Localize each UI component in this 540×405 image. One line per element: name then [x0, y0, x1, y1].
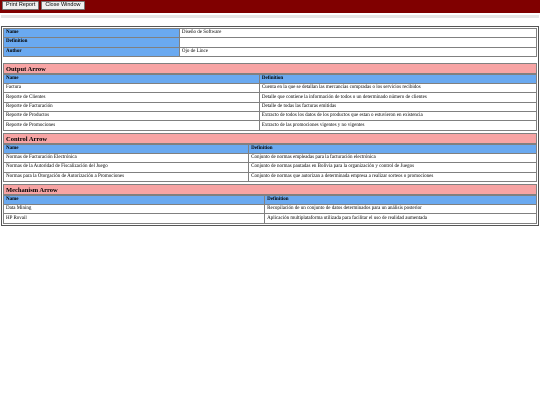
control-row-name: Normas para la Otorgación de Autorizació… [2, 171, 250, 182]
table-row: Data Mining Recopilación de un conjunto … [2, 204, 537, 215]
control-row-definition: Conjunto de normas pautadas en Bolivia p… [248, 162, 537, 173]
info-author-value: Ojo de Lince [178, 46, 538, 57]
info-definition-label: Definition [3, 37, 180, 48]
info-name-label: Name [3, 27, 180, 39]
mechanism-col-name: Name [2, 194, 266, 206]
output-row-definition: Cuenta en la que se detallan las mercanc… [258, 83, 538, 94]
table-row: Reporte de Productos Extracto de todos l… [3, 111, 538, 122]
table-row: Normas de la Autoridad de Fiscalización … [2, 162, 537, 173]
mechanism-header-row: Name Definition [2, 194, 537, 206]
table-row: Reporte de Facturación Detalle de todas … [3, 101, 538, 113]
table-row: Reporte de Promociones Extracto de las p… [3, 120, 538, 131]
mechanism-arrow-table: Name Definition Data Mining Recopilación… [2, 194, 537, 224]
output-row-name: Reporte de Facturación [3, 101, 260, 113]
table-row: Normas de Facturación Electrónica Conjun… [2, 152, 537, 164]
mechanism-row-definition: Recopilación de un conjunto de datos det… [264, 204, 537, 215]
control-row-definition: Conjunto de normas empleadas para la fac… [248, 152, 537, 164]
control-row-definition: Conjunto de normas que autorizan a deter… [248, 171, 537, 182]
close-window-button[interactable]: Close Window [41, 1, 85, 10]
table-row: Factura Cuenta en la que se detallan las… [3, 83, 538, 94]
control-row-name: Normas de la Autoridad de Fiscalización … [2, 162, 250, 173]
info-name-value: Diseño de Software [178, 27, 538, 39]
control-arrow-title: Control Arrow [3, 132, 537, 144]
output-row-definition: Extracto de las promociones vigentes y n… [258, 120, 538, 131]
output-row-name: Factura [3, 83, 260, 94]
control-header-row: Name Definition [2, 143, 537, 154]
output-row-name: Reporte de Productos [3, 111, 260, 122]
output-arrow-title: Output Arrow [3, 62, 537, 74]
info-row-name: Name Diseño de Software [3, 27, 538, 39]
table-row: HP Rovail Aplicación multiplataforma uti… [2, 213, 537, 224]
info-table: Name Diseño de Software Definition Autho… [3, 27, 538, 57]
mechanism-row-name: HP Rovail [2, 213, 266, 224]
toolbar: Print Report Close Window [0, 0, 540, 13]
table-row: Normas para la Otorgación de Autorizació… [2, 171, 537, 182]
control-col-definition: Definition [248, 143, 537, 154]
mechanism-arrow-title: Mechanism Arrow [3, 183, 537, 195]
print-report-button[interactable]: Print Report [2, 1, 40, 10]
output-row-definition: Detalle de todas las facturas emitidas [258, 101, 538, 113]
control-arrow-table: Name Definition Normas de Facturación El… [2, 143, 537, 182]
report-container: Name Diseño de Software Definition Autho… [1, 26, 539, 226]
output-col-name: Name [3, 73, 260, 85]
table-row: Reporte de Clientes Detalle que contiene… [3, 92, 538, 103]
control-row-name: Normas de Facturación Electrónica [2, 152, 250, 164]
divider-strip [1, 15, 539, 18]
output-col-definition: Definition [258, 73, 538, 85]
mechanism-row-definition: Aplicación multiplataforma utilizada par… [264, 213, 537, 224]
mechanism-row-name: Data Mining [2, 204, 266, 215]
output-row-definition: Extracto de todos los datos de los produ… [258, 111, 538, 122]
output-arrow-table: Name Definition Factura Cuenta en la que… [3, 73, 538, 131]
output-row-definition: Detalle que contiene la información de t… [258, 92, 538, 103]
output-header-row: Name Definition [3, 73, 538, 85]
output-row-name: Reporte de Clientes [3, 92, 260, 103]
info-author-label: Author [3, 46, 180, 57]
info-row-author: Author Ojo de Lince [3, 46, 538, 57]
control-col-name: Name [2, 143, 250, 154]
info-row-definition: Definition [3, 37, 538, 48]
info-definition-value [178, 37, 538, 48]
mechanism-col-definition: Definition [264, 194, 537, 206]
output-row-name: Reporte de Promociones [3, 120, 260, 131]
